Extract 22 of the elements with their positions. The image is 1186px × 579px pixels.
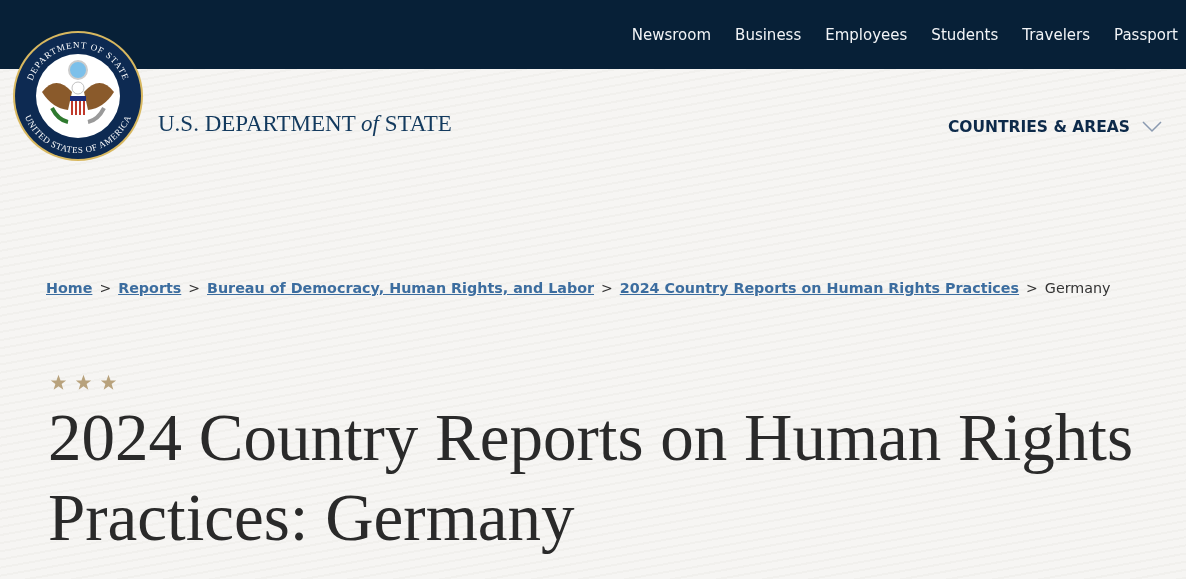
nav-link[interactable]: Newsroom <box>631 25 712 44</box>
breadcrumb-link[interactable]: Reports <box>118 280 182 296</box>
nav-link[interactable]: Students <box>931 25 999 44</box>
star-icon <box>50 374 67 391</box>
breadcrumb-separator: > <box>601 280 613 296</box>
breadcrumb-separator: > <box>99 280 112 296</box>
site-title[interactable]: U.S. DEPARTMENT of STATE <box>158 111 452 137</box>
breadcrumb-link[interactable]: 2024 Country Reports on Human Rights Practices <box>619 280 1020 296</box>
chevron-icon <box>1142 121 1162 133</box>
breadcrumb-current: Germany <box>1044 280 1111 296</box>
star-icon <box>100 374 117 391</box>
nav-link[interactable]: Passport <box>1114 25 1178 44</box>
nav-link[interactable]: Travelers <box>1022 25 1091 44</box>
breadcrumb-link[interactable]: Bureau of Democracy, Human Rights, and Labor <box>207 280 595 296</box>
star-icon <box>75 374 92 391</box>
breadcrumb-link[interactable]: Home <box>46 280 93 296</box>
breadcrumb-separator: > <box>1026 280 1038 296</box>
breadcrumb-separator: > <box>188 280 200 296</box>
nav-link[interactable]: Employees <box>825 25 908 44</box>
nav-link[interactable]: Business <box>735 25 802 44</box>
page-heading: 2024 Country Reports on Human Rights Practices: Germany <box>48 399 1135 556</box>
countries-menu-button[interactable]: COUNTRIES & AREAS <box>947 118 1162 136</box>
